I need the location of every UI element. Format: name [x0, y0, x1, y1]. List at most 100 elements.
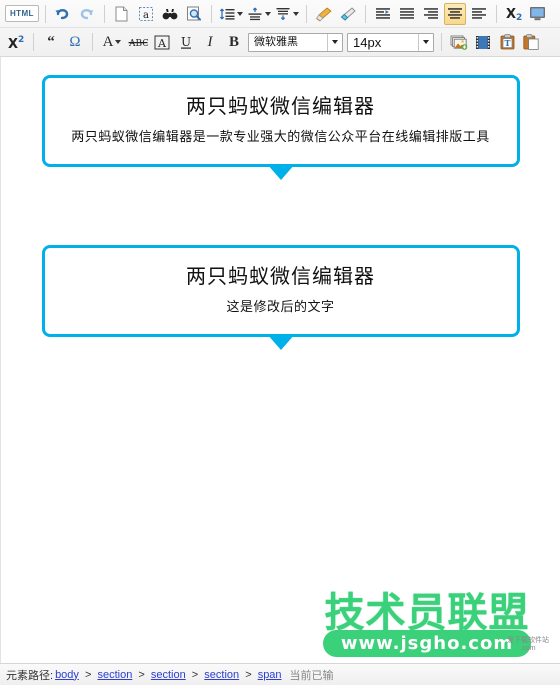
- indent-button[interactable]: [372, 3, 394, 25]
- align-center-button[interactable]: [443, 2, 466, 25]
- font-color-button[interactable]: A: [99, 31, 125, 53]
- page-icon: [114, 6, 129, 22]
- align-left-icon: [471, 7, 487, 21]
- weixin-editor-window: HTML a X 2 X 2 “ Ω A ABC A U I B 微软雅黑 14…: [0, 0, 560, 685]
- underline-button[interactable]: U: [175, 31, 197, 53]
- card-title: 两只蚂蚁微信编辑器: [186, 96, 375, 118]
- card-arrow-down-icon: [266, 334, 295, 350]
- strikethrough-icon: ABC: [128, 35, 148, 49]
- insert-image-button[interactable]: [448, 31, 470, 53]
- toolbar-separator: [364, 4, 366, 23]
- italic-icon: I: [207, 33, 213, 50]
- editor-content-area[interactable]: 两只蚂蚁微信编辑器 两只蚂蚁微信编辑器是一款专业强大的微信公众平台在线编辑排版工…: [0, 57, 560, 663]
- insert-video-button[interactable]: [472, 31, 494, 53]
- toolbar-separator: [495, 4, 497, 23]
- font-size-value: 14px: [353, 34, 382, 50]
- breadcrumb-link-section-1[interactable]: section: [97, 669, 132, 681]
- background-color-button[interactable]: A: [151, 31, 173, 53]
- select-all-icon: a: [138, 6, 154, 22]
- watermark-subtext: 爱下载软件站 .com: [506, 637, 550, 653]
- card-description: 两只蚂蚁微信编辑器是一款专业强大的微信公众平台在线编辑排版工具: [71, 129, 490, 144]
- toolbar-separator: [92, 33, 93, 51]
- binoculars-icon: [162, 7, 178, 21]
- new-document-button[interactable]: [111, 3, 133, 25]
- preview-button[interactable]: [183, 3, 205, 25]
- italic-button[interactable]: I: [199, 31, 221, 53]
- subscript-icon: X 2: [505, 6, 523, 21]
- bold-button[interactable]: B: [223, 31, 245, 53]
- html-source-button[interactable]: HTML: [5, 5, 39, 22]
- text-background-icon: A: [154, 35, 170, 50]
- status-right-text: 当前已输: [289, 669, 334, 682]
- select-all-button[interactable]: a: [135, 3, 157, 25]
- watermark-subtext-line2: .com: [520, 645, 536, 652]
- underline-icon: U: [179, 35, 193, 50]
- chevron-down-icon: [115, 40, 122, 44]
- card-description: 这是修改后的文字: [226, 299, 335, 314]
- blockquote-button[interactable]: “: [40, 31, 62, 53]
- chevron-down-icon: [292, 11, 299, 16]
- font-color-icon: A: [102, 33, 114, 50]
- paragraph-spacing-after-button[interactable]: [274, 3, 300, 25]
- editor-document[interactable]: 两只蚂蚁微信编辑器 两只蚂蚁微信编辑器是一款专业强大的微信公众平台在线编辑排版工…: [1, 57, 560, 663]
- content-card[interactable]: 两只蚂蚁微信编辑器 这是修改后的文字: [41, 245, 520, 350]
- status-bar: 元素路径: body > section > section > section…: [0, 663, 560, 685]
- breadcrumb-link-section-3[interactable]: section: [204, 669, 239, 681]
- line-height-button[interactable]: [218, 3, 244, 25]
- svg-text:2: 2: [18, 35, 24, 45]
- breadcrumb: body > section > section > section > spa…: [53, 669, 283, 681]
- svg-text:U: U: [181, 35, 191, 49]
- font-family-select[interactable]: 微软雅黑: [248, 32, 343, 52]
- indent-icon: [375, 7, 391, 21]
- align-right-button[interactable]: [420, 3, 442, 25]
- fullscreen-button[interactable]: [527, 3, 549, 25]
- brush-icon: [315, 6, 333, 22]
- chevron-down-icon: [236, 11, 243, 16]
- image-icon: [450, 35, 468, 50]
- space-after-icon: [275, 7, 291, 21]
- font-family-dropdown-arrow[interactable]: [327, 33, 342, 51]
- breadcrumb-separator: >: [242, 668, 255, 681]
- quote-icon: “: [47, 33, 55, 50]
- strikethrough-button[interactable]: ABC: [127, 31, 149, 53]
- breadcrumb-separator: >: [188, 668, 202, 681]
- font-size-dropdown-arrow[interactable]: [418, 33, 433, 51]
- editor-toolbar: HTML a X 2 X 2 “ Ω A ABC A U I B 微软雅黑 14…: [0, 0, 560, 57]
- paragraph-spacing-before-button[interactable]: [246, 3, 272, 25]
- html-source-label: HTML: [10, 9, 34, 18]
- subscript-button[interactable]: X 2: [503, 3, 525, 25]
- card-title: 两只蚂蚁微信编辑器: [186, 266, 375, 288]
- chevron-down-icon: [264, 11, 271, 16]
- superscript-button[interactable]: X 2: [5, 31, 27, 53]
- format-painter-button[interactable]: [313, 3, 335, 25]
- align-right-icon: [423, 7, 439, 21]
- redo-button[interactable]: [76, 3, 98, 25]
- clear-format-button[interactable]: [337, 3, 359, 25]
- watermark: 技术员联盟 www.jsgho.com 爱下载软件站 .com: [302, 592, 552, 657]
- special-character-button[interactable]: Ω: [64, 31, 86, 53]
- find-replace-button[interactable]: [159, 3, 181, 25]
- align-justify-button[interactable]: [396, 3, 418, 25]
- content-card[interactable]: 两只蚂蚁微信编辑器 两只蚂蚁微信编辑器是一款专业强大的微信公众平台在线编辑排版工…: [41, 75, 520, 180]
- breadcrumb-link-body-0[interactable]: body: [55, 669, 79, 681]
- eraser-icon: [339, 6, 356, 22]
- superscript-icon: X 2: [7, 35, 25, 50]
- undo-button[interactable]: [52, 3, 74, 25]
- breadcrumb-link-span-4[interactable]: span: [258, 669, 282, 681]
- svg-text:A: A: [157, 37, 167, 50]
- align-left-button[interactable]: [468, 3, 490, 25]
- paste-button[interactable]: [520, 31, 542, 53]
- monitor-icon: [529, 6, 546, 21]
- toolbar-separator: [305, 4, 307, 23]
- font-size-select[interactable]: 14px: [347, 32, 434, 52]
- redo-icon: [78, 5, 95, 22]
- toolbar-separator: [210, 4, 212, 23]
- magnifier-page-icon: [186, 6, 202, 22]
- watermark-brand: 技术员联盟: [324, 590, 530, 636]
- film-icon: [475, 35, 491, 50]
- svg-text:a: a: [143, 10, 149, 21]
- breadcrumb-link-section-2[interactable]: section: [151, 669, 186, 681]
- paste-as-text-button[interactable]: T: [496, 31, 518, 53]
- bold-icon: B: [228, 33, 239, 50]
- toolbar-separator: [33, 33, 34, 51]
